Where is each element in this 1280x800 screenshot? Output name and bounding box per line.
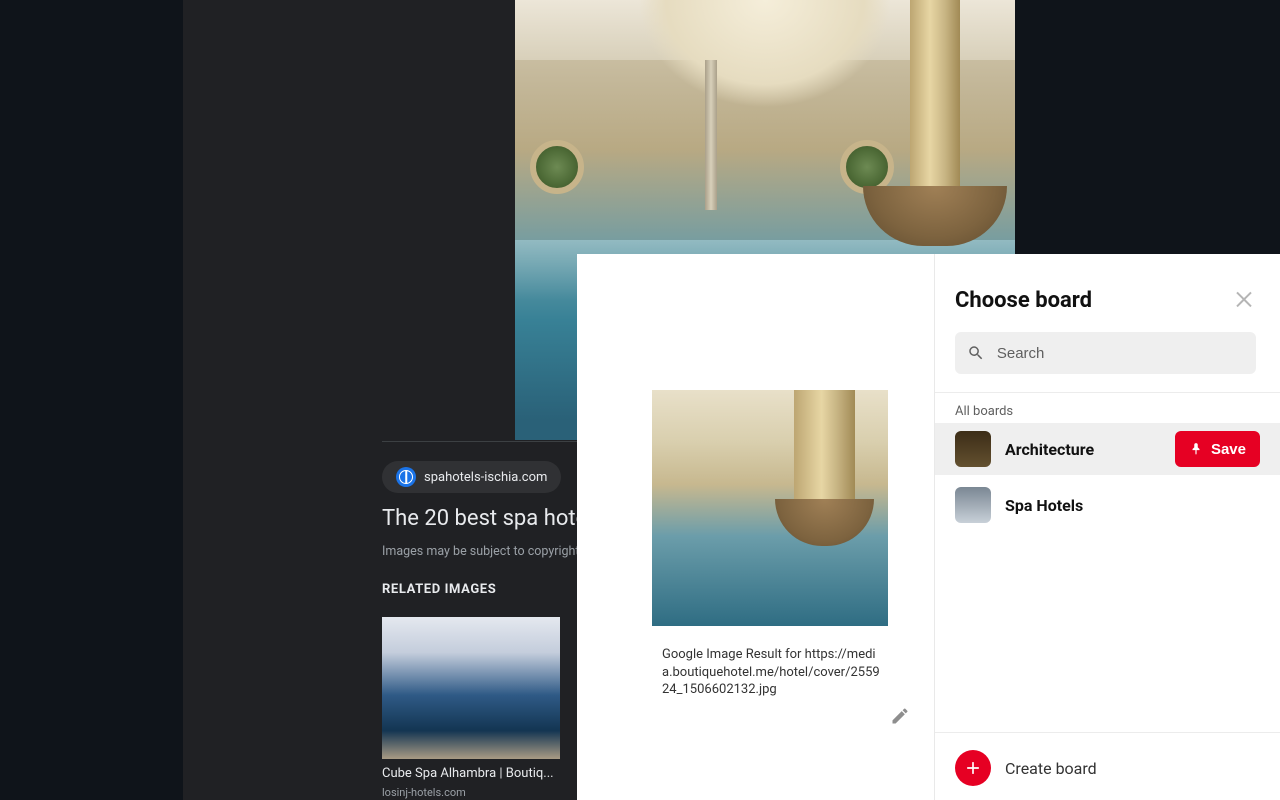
related-images-heading: RELATED IMAGES bbox=[382, 582, 496, 597]
edit-icon[interactable] bbox=[890, 706, 914, 730]
close-icon[interactable] bbox=[1232, 286, 1256, 310]
board-search[interactable] bbox=[955, 332, 1256, 374]
pin-caption: Google Image Result for https://media.bo… bbox=[662, 646, 882, 699]
board-thumbnail bbox=[955, 487, 991, 523]
related-thumb-domain: losinj-hotels.com bbox=[382, 786, 466, 799]
pin-preview-image bbox=[652, 390, 888, 626]
plus-icon bbox=[955, 750, 991, 786]
globe-icon bbox=[396, 467, 416, 487]
board-search-input[interactable] bbox=[997, 345, 1244, 362]
create-board-row[interactable]: Create board bbox=[935, 744, 1280, 792]
modal-preview-panel: Google Image Result for https://media.bo… bbox=[577, 254, 935, 800]
divider bbox=[935, 392, 1280, 393]
search-icon bbox=[967, 343, 985, 363]
all-boards-label: All boards bbox=[955, 404, 1013, 419]
pin-icon bbox=[1189, 442, 1203, 456]
source-domain: spahotels-ischia.com bbox=[424, 470, 547, 485]
related-thumb[interactable] bbox=[382, 617, 560, 759]
divider bbox=[935, 732, 1280, 733]
pinterest-save-modal: Google Image Result for https://media.bo… bbox=[577, 254, 1280, 800]
copyright-text: Images may be subject to copyright. bbox=[382, 544, 583, 559]
choose-board-heading: Choose board bbox=[955, 288, 1092, 313]
save-button-label: Save bbox=[1211, 441, 1246, 458]
board-row-architecture[interactable]: Architecture Save bbox=[935, 423, 1280, 475]
modal-board-panel: Choose board All boards Architecture Sav… bbox=[935, 254, 1280, 800]
board-name: Architecture bbox=[1005, 440, 1094, 459]
related-thumb-label[interactable]: Cube Spa Alhambra | Boutiq... bbox=[382, 766, 560, 781]
board-thumbnail bbox=[955, 431, 991, 467]
create-board-label: Create board bbox=[1005, 759, 1097, 778]
source-chip[interactable]: spahotels-ischia.com bbox=[382, 461, 561, 493]
board-name: Spa Hotels bbox=[1005, 496, 1083, 515]
save-button[interactable]: Save bbox=[1175, 431, 1260, 467]
board-row-spa-hotels[interactable]: Spa Hotels bbox=[935, 479, 1280, 531]
